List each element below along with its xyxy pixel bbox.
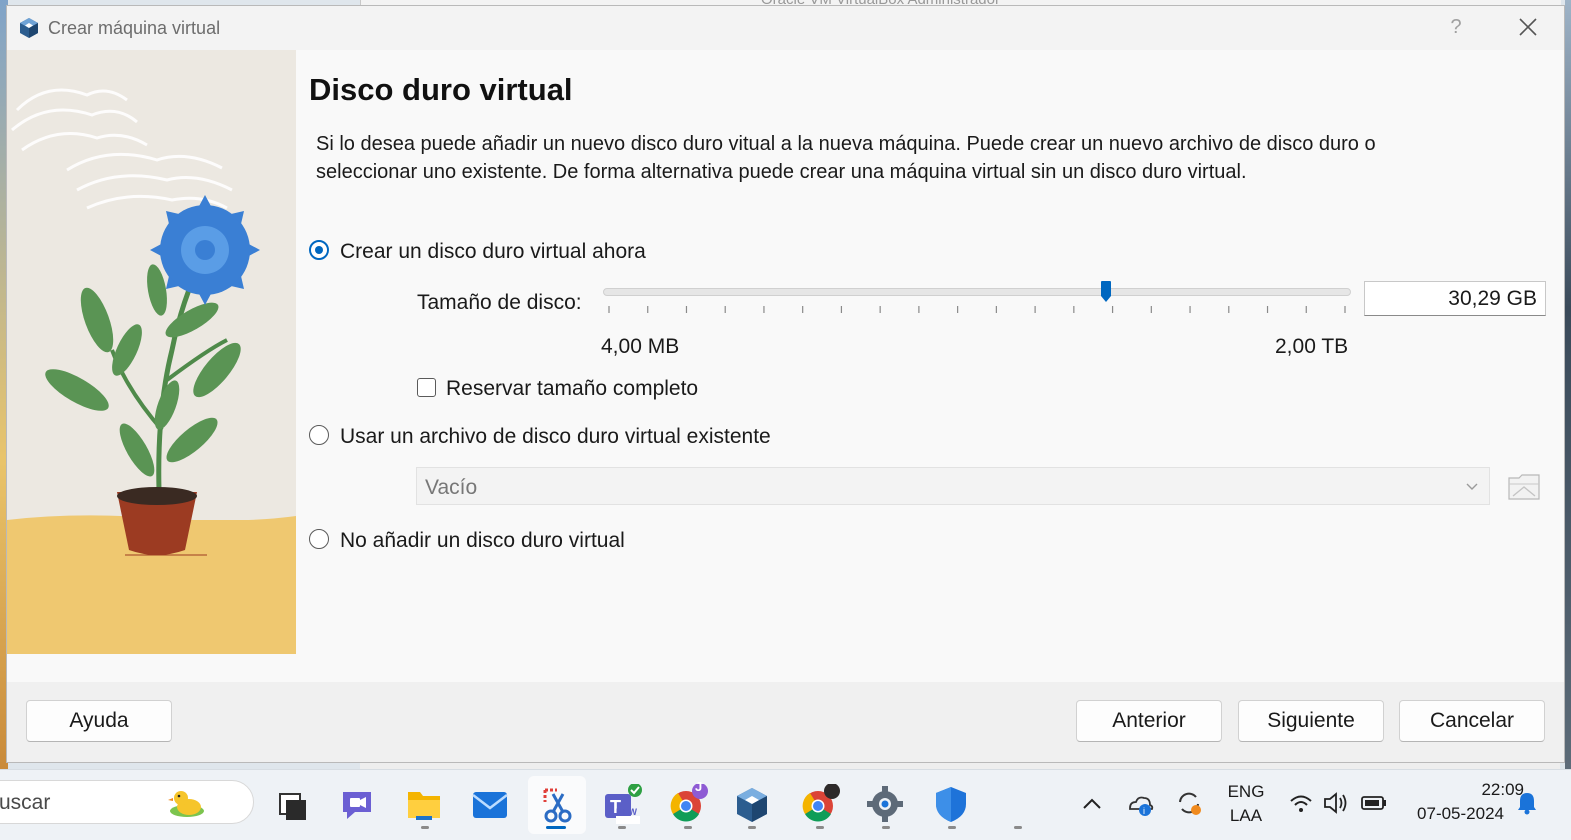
cancel-button[interactable]: Cancelar: [1399, 700, 1545, 742]
notification-bell-icon[interactable]: [1515, 790, 1539, 816]
chrome-profile-badge: J: [695, 779, 703, 794]
dialog-footer: Ayuda Anterior Siguiente Cancelar: [7, 682, 1564, 762]
page-description: Si lo desea puede añadir un nuevo disco …: [316, 133, 1376, 183]
disk-size-slider-thumb[interactable]: [1100, 280, 1112, 304]
snipping-tool-icon[interactable]: [537, 784, 577, 824]
radio-no-disk-label[interactable]: No añadir un disco duro virtual: [340, 529, 625, 553]
clock-date[interactable]: 07-05-2024: [1404, 804, 1504, 824]
volume-icon[interactable]: [1322, 790, 1350, 816]
existing-disk-select[interactable]: Vacío: [416, 467, 1490, 505]
file-explorer-icon[interactable]: [404, 784, 444, 824]
radio-use-existing-disk-label[interactable]: Usar un archivo de disco duro virtual ex…: [340, 425, 771, 449]
taskbar-indicator: [748, 826, 756, 829]
back-button[interactable]: Anterior: [1076, 700, 1222, 742]
taskbar-indicator: [816, 826, 824, 829]
settings-icon[interactable]: [865, 784, 905, 824]
dialog-titlebar[interactable]: Crear máquina virtual ?: [7, 6, 1564, 50]
disk-size-label: Tamaño de disco:: [417, 291, 582, 314]
choose-disk-file-button[interactable]: [1507, 470, 1541, 502]
dialog-title: Crear máquina virtual: [48, 18, 221, 38]
radio-no-disk[interactable]: [309, 529, 329, 549]
preallocate-label[interactable]: Reservar tamaño completo: [446, 377, 698, 401]
duck-icon: [168, 791, 204, 817]
windows-security-icon[interactable]: [931, 784, 971, 824]
close-icon[interactable]: [1516, 15, 1540, 39]
teams-new-badge: NEW: [616, 807, 637, 817]
keyboard-layout-indicator[interactable]: LAA: [1226, 806, 1266, 826]
chat-icon[interactable]: [337, 784, 377, 824]
teams-icon[interactable]: T: [602, 784, 642, 824]
language-indicator[interactable]: ENG: [1226, 782, 1266, 802]
chrome-icon[interactable]: [800, 784, 840, 824]
taskbar-search-text: uscar: [0, 791, 51, 814]
taskbar-indicator: [618, 826, 626, 829]
mail-icon[interactable]: [470, 784, 510, 824]
disk-size-slider-ticks: [608, 306, 1346, 313]
next-button[interactable]: Siguiente: [1238, 700, 1384, 742]
create-vm-dialog: Crear máquina virtual ? Disco duro virtu…: [6, 5, 1565, 763]
radio-use-existing-disk[interactable]: [309, 425, 329, 445]
taskbar-search-box[interactable]: uscar: [0, 780, 254, 824]
task-view-icon[interactable]: [272, 784, 312, 824]
desktop-wallpaper-right: [1565, 0, 1571, 770]
taskbar-indicator: [882, 826, 890, 829]
disk-size-max-label: 2,00 TB: [1275, 335, 1349, 358]
radio-create-disk-now[interactable]: [309, 240, 329, 260]
chevron-down-icon: [1466, 483, 1478, 490]
existing-disk-select-value: Vacío: [425, 476, 478, 499]
virtualbox-cube-icon: [20, 18, 38, 38]
clock-time[interactable]: 22:09: [1440, 780, 1524, 800]
disk-size-input[interactable]: [1364, 281, 1546, 316]
wifi-icon[interactable]: [1288, 790, 1314, 816]
taskbar-indicator: [1014, 826, 1022, 829]
virtualbox-icon[interactable]: [732, 784, 772, 824]
battery-icon[interactable]: [1360, 790, 1388, 816]
help-button[interactable]: Ayuda: [26, 700, 172, 742]
svg-text:i: i: [1143, 806, 1145, 816]
taskbar-indicator-active: [546, 826, 566, 829]
chevron-up-icon[interactable]: [1080, 792, 1104, 816]
radio-create-disk-now-label[interactable]: Crear un disco duro virtual ahora: [340, 240, 646, 264]
taskbar-indicator: [421, 826, 429, 829]
taskbar-indicator: [948, 826, 956, 829]
sync-icon[interactable]: [1174, 788, 1204, 818]
disk-size-min-label: 4,00 MB: [601, 335, 680, 358]
disk-size-slider-track[interactable]: [603, 288, 1351, 296]
preallocate-checkbox[interactable]: [417, 378, 436, 397]
taskbar-indicator: [684, 826, 692, 829]
page-title: Disco duro virtual: [309, 72, 573, 107]
help-icon[interactable]: ?: [1444, 15, 1468, 39]
taskbar: uscar T NEW J i ENG LAA 22:09 07-05-2024: [0, 769, 1571, 840]
wizard-illustration: [7, 50, 296, 654]
onedrive-icon[interactable]: i: [1125, 788, 1155, 818]
wizard-page: Disco duro virtual Si lo desea puede aña…: [7, 50, 1564, 682]
